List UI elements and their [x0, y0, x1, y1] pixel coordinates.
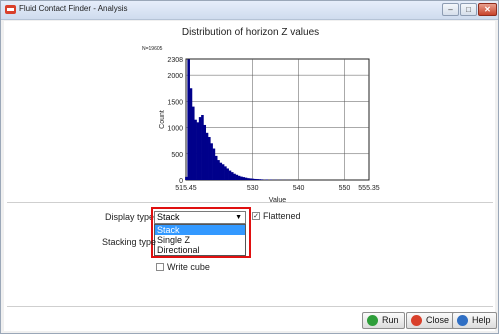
run-button[interactable]: Run — [362, 312, 405, 329]
x-tick-label: 530 — [247, 185, 259, 192]
histogram-bar — [251, 178, 255, 180]
title-bar[interactable]: Fluid Contact Finder - Analysis – □ ✕ — [1, 1, 498, 20]
run-icon — [367, 315, 378, 326]
histogram-bar — [189, 88, 193, 180]
write-cube-checkbox[interactable] — [156, 263, 164, 271]
histogram-bar — [235, 174, 239, 180]
minimize-icon[interactable]: – — [442, 3, 459, 16]
histogram-bar — [210, 143, 213, 180]
histogram-bar — [249, 178, 252, 180]
histogram-bar — [212, 148, 216, 180]
histogram-bar — [217, 160, 220, 180]
histogram-bar — [198, 117, 202, 180]
write-cube-label: Write cube — [167, 262, 210, 272]
y-tick-label: 0 — [179, 178, 183, 185]
histogram-bar — [228, 170, 232, 180]
histogram-bar — [240, 176, 243, 180]
close-icon[interactable]: ✕ — [478, 3, 497, 16]
x-tick-label: 550 — [339, 185, 351, 192]
histogram-bar — [226, 168, 229, 180]
histogram-bar — [256, 179, 259, 180]
help-button[interactable]: Help — [452, 312, 497, 329]
histogram-bar — [185, 176, 188, 180]
help-icon — [457, 315, 468, 326]
histogram-bar — [214, 155, 218, 180]
histogram-bar — [224, 166, 227, 180]
histogram-bar — [196, 122, 200, 180]
histogram-bar — [221, 164, 225, 180]
histogram-bar — [203, 124, 207, 180]
x-tick-label: 540 — [293, 185, 305, 192]
histogram-bar — [247, 178, 250, 180]
highlight-box — [151, 207, 251, 258]
histogram-bar — [237, 175, 241, 180]
histogram-bar — [242, 177, 246, 180]
histogram-bar — [253, 178, 257, 180]
divider-bottom — [7, 306, 493, 307]
window-title: Fluid Contact Finder - Analysis — [19, 4, 128, 13]
stacking-type-label: Stacking type — [102, 237, 157, 247]
histogram-bar — [201, 114, 204, 180]
y-tick-label: 500 — [171, 152, 183, 159]
flattened-label: Flattened — [263, 211, 301, 221]
app-icon — [5, 5, 16, 14]
histogram-bar — [205, 132, 209, 180]
y-tick-label: 1500 — [167, 99, 183, 106]
flattened-checkbox[interactable]: ✓ — [252, 212, 260, 220]
y-axis-label: Count — [159, 110, 166, 129]
histogram-bar — [230, 172, 234, 180]
sample-count-annotation: N=19605 — [142, 46, 163, 52]
histogram-bar — [191, 106, 195, 180]
run-button-label: Run — [382, 315, 399, 325]
y-tick-label: 2308 — [167, 57, 183, 64]
x-tick-label: 515.45 — [175, 185, 197, 192]
close-circle-icon — [411, 315, 422, 326]
x-tick-label: 555.35 — [358, 185, 380, 192]
histogram-bar — [260, 179, 264, 180]
analysis-window: Fluid Contact Finder - Analysis – □ ✕ Di… — [0, 0, 499, 334]
close-button[interactable]: Close — [406, 312, 456, 329]
histogram-bar — [219, 162, 223, 180]
close-button-label: Close — [426, 315, 450, 325]
histogram-bar — [194, 119, 197, 180]
divider-top — [7, 202, 493, 203]
y-tick-label: 2000 — [167, 73, 183, 80]
display-type-label: Display type — [105, 212, 155, 222]
maximize-icon[interactable]: □ — [460, 3, 477, 16]
y-tick-label: 1000 — [167, 126, 183, 133]
histogram-bar — [258, 179, 262, 180]
histogram-bar — [187, 59, 190, 180]
histogram-bar — [265, 179, 268, 180]
help-button-label: Help — [472, 315, 491, 325]
histogram-bar — [208, 137, 211, 180]
histogram-bar — [244, 177, 248, 180]
histogram-bar — [233, 173, 236, 180]
